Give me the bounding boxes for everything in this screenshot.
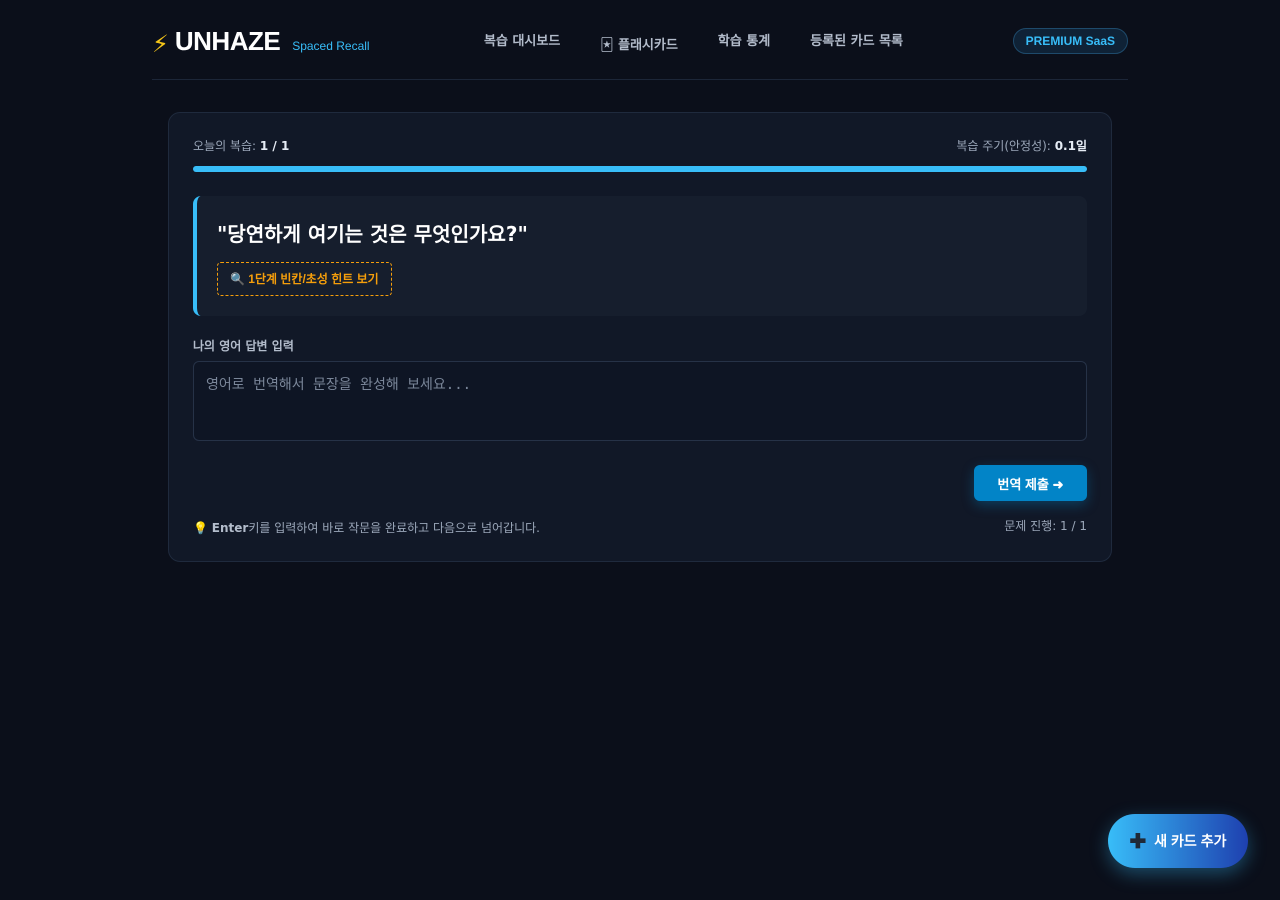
question-progress: 문제 진행: 1 / 1 [1004, 519, 1087, 533]
today-review-label: 오늘의 복습: [193, 139, 257, 153]
submit-translation-button[interactable]: 번역 제출 ➜ [974, 465, 1087, 501]
tip-text: 키를 입력하여 바로 작문을 완료하고 다음으로 넘어갑니다. [248, 521, 540, 535]
top-header: ⚡ UNHAZE Spaced Recall 복습 대시보드 🃏 플래시카드 학… [152, 0, 1128, 80]
question-box: "당연하게 여기는 것은 무엇인가요?" 🔍 1단계 빈칸/초성 힌트 보기 [193, 196, 1087, 316]
review-interval-label: 복습 주기(안정성): [956, 139, 1051, 153]
lightning-bolt-icon: ⚡ [152, 30, 169, 58]
logo-text: UNHAZE [174, 26, 281, 56]
answer-label: 나의 영어 답변 입력 [193, 339, 294, 353]
today-review-stat: 오늘의 복습: 1 / 1 [193, 137, 289, 154]
plus-icon: ✚ [1129, 830, 1147, 853]
review-card: 오늘의 복습: 1 / 1 복습 주기(안정성): 0.1일 "당연하게 여기는… [168, 112, 1112, 562]
logo-subtitle: Spaced Recall [292, 39, 370, 53]
add-card-button[interactable]: ✚ 새 카드 추가 [1108, 814, 1248, 868]
review-interval-stat: 복습 주기(안정성): 0.1일 [956, 137, 1087, 154]
nav-learning-stats[interactable]: 학습 통계 [718, 30, 770, 49]
add-card-label: 새 카드 추가 [1154, 833, 1227, 849]
premium-badge: PREMIUM SaaS [1012, 28, 1128, 54]
review-interval-value: 0.1일 [1054, 139, 1087, 153]
logo[interactable]: ⚡ UNHAZE Spaced Recall [152, 26, 370, 58]
nav-card-list[interactable]: 등록된 카드 목록 [810, 30, 903, 49]
nav-flashcards[interactable]: 🃏 플래시카드 [600, 34, 678, 53]
review-progress-fill [193, 166, 1087, 172]
today-review-value: 1 / 1 [259, 139, 290, 153]
enter-key-tip: 💡 Enter키를 입력하여 바로 작문을 완료하고 다음으로 넘어갑니다. [193, 519, 540, 536]
review-progress-bar [193, 166, 1087, 172]
nav-review-dashboard[interactable]: 복습 대시보드 [484, 30, 560, 49]
hint-button[interactable]: 🔍 1단계 빈칸/초성 힌트 보기 [217, 262, 392, 296]
tip-key: Enter [211, 521, 249, 535]
question-text: "당연하게 여기는 것은 무엇인가요?" [217, 222, 528, 246]
answer-input[interactable] [193, 361, 1087, 441]
main-nav: 복습 대시보드 🃏 플래시카드 학습 통계 등록된 카드 목록 [484, 30, 943, 53]
lightbulb-icon: 💡 [193, 521, 208, 535]
